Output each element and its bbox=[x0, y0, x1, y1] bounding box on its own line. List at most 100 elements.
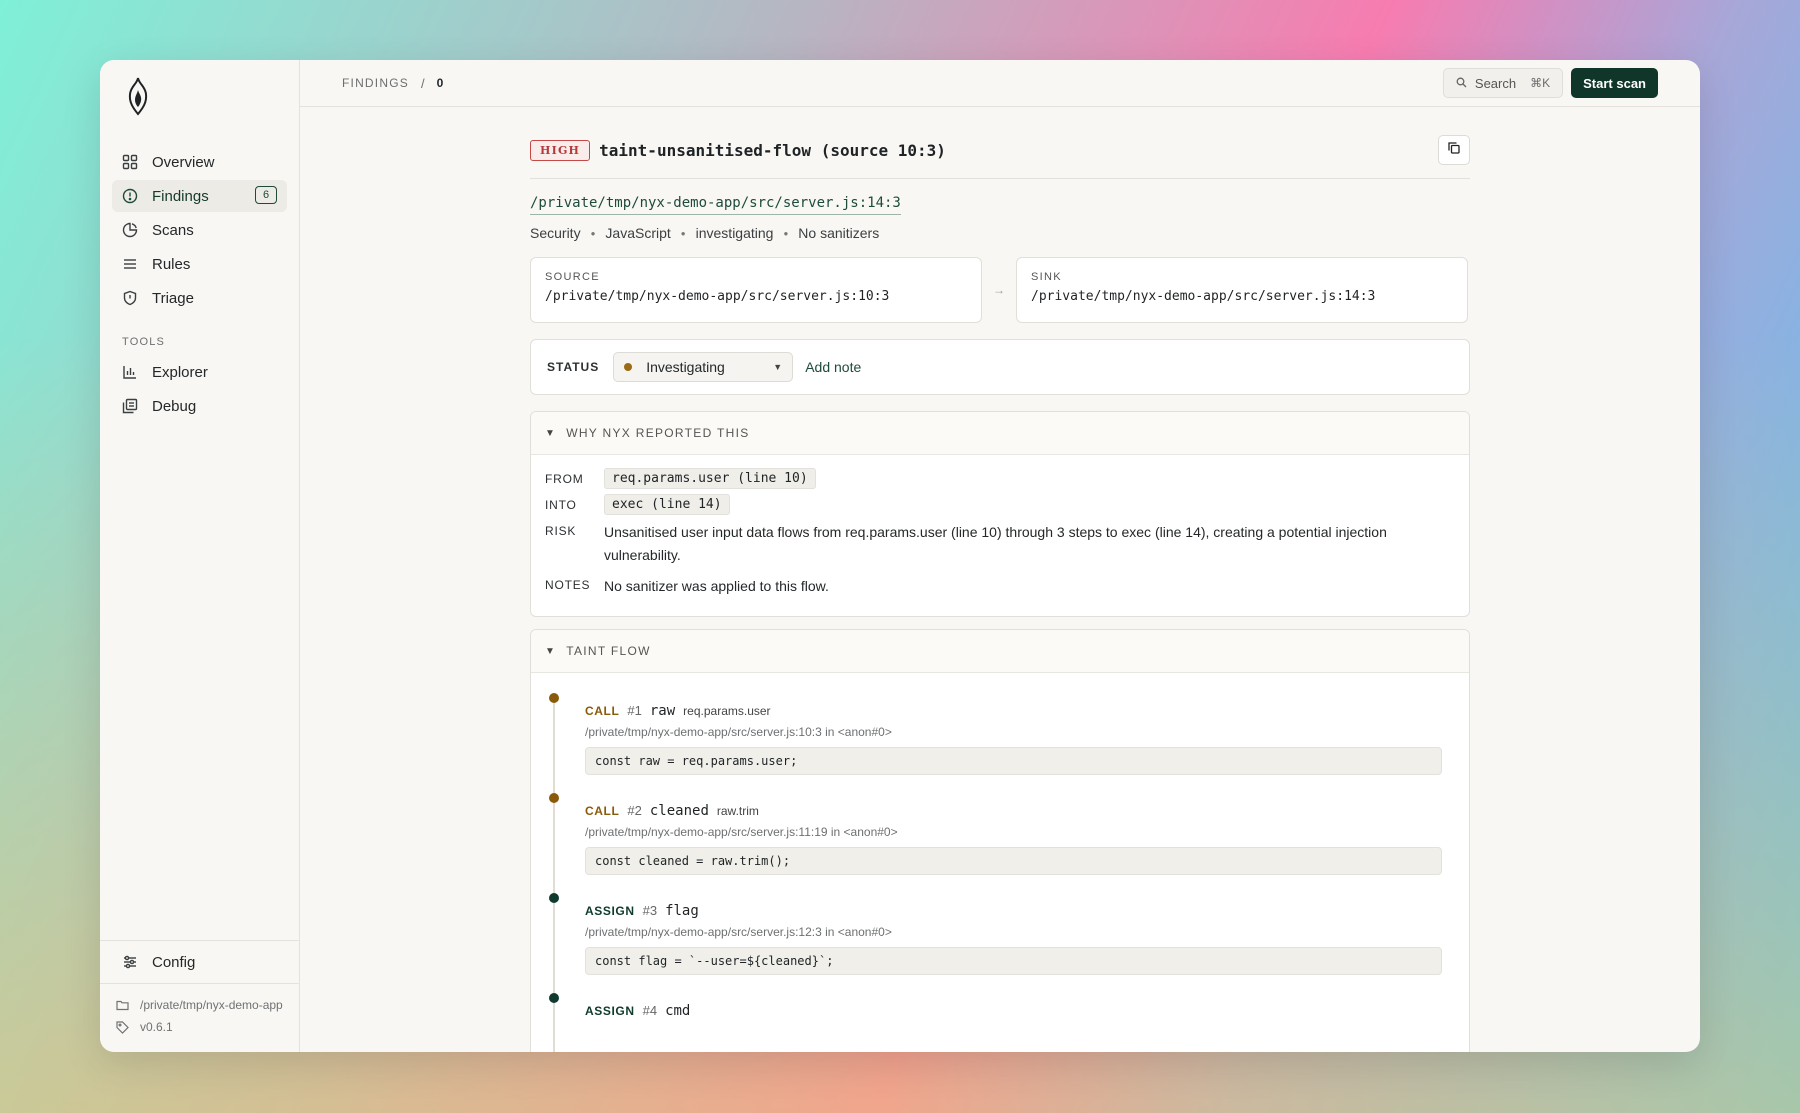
from-value: req.params.user (line 10) bbox=[604, 468, 816, 489]
folder-icon bbox=[116, 999, 130, 1011]
sidebar-item-findings[interactable]: Findings 6 bbox=[112, 180, 287, 212]
risk-text: Unsanitised user input data flows from r… bbox=[604, 524, 1387, 563]
step-dot bbox=[549, 793, 559, 803]
source-label: SOURCE bbox=[545, 271, 600, 283]
step-number: #1 bbox=[627, 703, 642, 718]
sidebar-nav: Overview Findings 6 Scans Rules Triage T… bbox=[112, 146, 287, 424]
app-window: Overview Findings 6 Scans Rules Triage T… bbox=[100, 60, 1700, 1052]
topbar-actions: Search ⌘K Start scan bbox=[1442, 68, 1658, 98]
sidebar-item-triage[interactable]: Triage bbox=[112, 282, 287, 314]
sidebar-item-label: Debug bbox=[152, 397, 197, 415]
tag-sanitizers: No sanitizers bbox=[798, 225, 880, 241]
finding-title: taint-unsanitised-flow (source 10:3) bbox=[599, 140, 946, 160]
sink-location[interactable]: /private/tmp/nyx-demo-app/src/server.js:… bbox=[1031, 289, 1453, 304]
grid-icon bbox=[122, 154, 138, 170]
sink-card: SINK /private/tmp/nyx-demo-app/src/serve… bbox=[1016, 257, 1468, 323]
status-select[interactable]: Investigating ▼ bbox=[613, 352, 794, 382]
add-note-button[interactable]: Add note bbox=[805, 359, 861, 375]
step-variable: cmd bbox=[665, 1003, 691, 1019]
search-label: Search bbox=[1474, 75, 1517, 91]
topbar: FINDINGS / 0 Search ⌘K Start scan bbox=[300, 60, 1700, 107]
flow-step: CALL #2 cleaned raw.trim /private/tmp/ny… bbox=[549, 793, 1443, 875]
taint-flow-heading: TAINT FLOW bbox=[566, 644, 651, 658]
code-snippet: const raw = req.params.user; bbox=[585, 747, 1442, 775]
finding-tags: Security ● JavaScript ● investigating ● … bbox=[530, 225, 1470, 241]
sidebar-item-label: Triage bbox=[152, 289, 194, 307]
start-scan-button[interactable]: Start scan bbox=[1571, 68, 1658, 98]
flow-step: ASSIGN #3 flag /private/tmp/nyx-demo-app… bbox=[549, 893, 1443, 975]
search-button[interactable]: Search ⌘K bbox=[1442, 68, 1564, 98]
step-number: #2 bbox=[627, 803, 642, 818]
config-label: Config bbox=[152, 953, 196, 971]
project-meta: /private/tmp/nyx-demo-app v0.6.1 bbox=[100, 983, 299, 1052]
finding-path-link[interactable]: /private/tmp/nyx-demo-app/src/server.js:… bbox=[530, 195, 901, 215]
flow-step: ASSIGN #4 cmd bbox=[549, 993, 1443, 1019]
project-path: /private/tmp/nyx-demo-app bbox=[140, 998, 283, 1012]
step-kind: CALL bbox=[585, 804, 620, 818]
status-dot bbox=[624, 363, 633, 371]
sidebar-item-explorer[interactable]: Explorer bbox=[112, 356, 287, 388]
status-bar: STATUS Investigating ▼ Add note bbox=[530, 339, 1470, 395]
finding-title-row: HIGH taint-unsanitised-flow (source 10:3… bbox=[530, 132, 1470, 168]
copy-stack-icon bbox=[122, 398, 138, 414]
chart-icon bbox=[122, 364, 138, 380]
source-sink-row: SOURCE /private/tmp/nyx-demo-app/src/ser… bbox=[530, 257, 1470, 323]
step-number: #3 bbox=[642, 903, 658, 918]
step-kind: ASSIGN bbox=[585, 1004, 635, 1018]
sidebar-item-config[interactable]: Config bbox=[100, 940, 299, 983]
step-expression: req.params.user bbox=[683, 704, 771, 718]
step-location[interactable]: /private/tmp/nyx-demo-app/src/server.js:… bbox=[585, 725, 1443, 739]
why-panel-header[interactable]: ▼ WHY NYX REPORTED THIS bbox=[531, 412, 1469, 455]
pie-icon bbox=[122, 222, 138, 238]
sidebar-footer: Config /private/tmp/nyx-demo-app v0.6.1 bbox=[100, 940, 299, 1052]
sidebar-item-debug[interactable]: Debug bbox=[112, 390, 287, 422]
sidebar-item-label: Overview bbox=[152, 153, 215, 171]
divider bbox=[530, 178, 1470, 179]
sidebar-item-scans[interactable]: Scans bbox=[112, 214, 287, 246]
step-variable: cleaned bbox=[649, 803, 709, 819]
into-value: exec (line 14) bbox=[604, 494, 730, 515]
flame-shield-icon[interactable] bbox=[124, 76, 152, 116]
risk-key: RISK bbox=[545, 524, 577, 538]
step-dot bbox=[549, 693, 559, 703]
shield-icon bbox=[122, 290, 138, 306]
sidebar-item-rules[interactable]: Rules bbox=[112, 248, 287, 280]
status-value: Investigating bbox=[646, 359, 725, 375]
step-expression: raw.trim bbox=[716, 804, 759, 818]
tag-language: JavaScript bbox=[605, 225, 671, 241]
step-variable: raw bbox=[649, 703, 676, 719]
main-area: FINDINGS / 0 Search ⌘K Start scan HIGH t… bbox=[300, 60, 1700, 1052]
sidebar-item-label: Rules bbox=[152, 255, 191, 273]
into-key: INTO bbox=[545, 498, 577, 512]
why-into-row: INTO exec (line 14) bbox=[545, 494, 1455, 515]
search-shortcut: ⌘K bbox=[1530, 76, 1551, 90]
step-number: #4 bbox=[642, 1003, 658, 1018]
step-kind: ASSIGN bbox=[585, 904, 635, 918]
project-path-row: /private/tmp/nyx-demo-app bbox=[116, 994, 283, 1016]
taint-flow-header[interactable]: ▼ TAINT FLOW bbox=[531, 630, 1469, 673]
version-row: v0.6.1 bbox=[116, 1016, 283, 1038]
collapse-triangle-icon: ▼ bbox=[545, 427, 557, 439]
sliders-icon bbox=[122, 954, 138, 970]
tag-separator: ● bbox=[783, 228, 789, 238]
copy-button[interactable] bbox=[1438, 135, 1470, 165]
tag-separator: ● bbox=[590, 228, 596, 238]
step-location[interactable]: /private/tmp/nyx-demo-app/src/server.js:… bbox=[585, 925, 1443, 939]
tag-status: investigating bbox=[695, 225, 774, 241]
sidebar: Overview Findings 6 Scans Rules Triage T… bbox=[100, 60, 300, 1052]
breadcrumb-findings[interactable]: FINDINGS bbox=[342, 76, 409, 90]
step-variable: flag bbox=[665, 903, 699, 919]
step-location[interactable]: /private/tmp/nyx-demo-app/src/server.js:… bbox=[585, 825, 1443, 839]
step-kind: CALL bbox=[585, 704, 620, 718]
code-snippet: const cleaned = raw.trim(); bbox=[585, 847, 1442, 875]
tag-separator: ● bbox=[680, 228, 686, 238]
chevron-down-icon: ▼ bbox=[773, 362, 783, 372]
source-location[interactable]: /private/tmp/nyx-demo-app/src/server.js:… bbox=[545, 289, 967, 304]
list-icon bbox=[122, 256, 138, 272]
taint-flow-panel: ▼ TAINT FLOW CALL #1 raw req.params.user… bbox=[530, 629, 1470, 1052]
source-card: SOURCE /private/tmp/nyx-demo-app/src/ser… bbox=[530, 257, 982, 323]
finding-detail: HIGH taint-unsanitised-flow (source 10:3… bbox=[530, 106, 1470, 1052]
sink-label: SINK bbox=[1031, 271, 1062, 283]
sidebar-item-overview[interactable]: Overview bbox=[112, 146, 287, 178]
severity-badge: HIGH bbox=[530, 139, 591, 161]
